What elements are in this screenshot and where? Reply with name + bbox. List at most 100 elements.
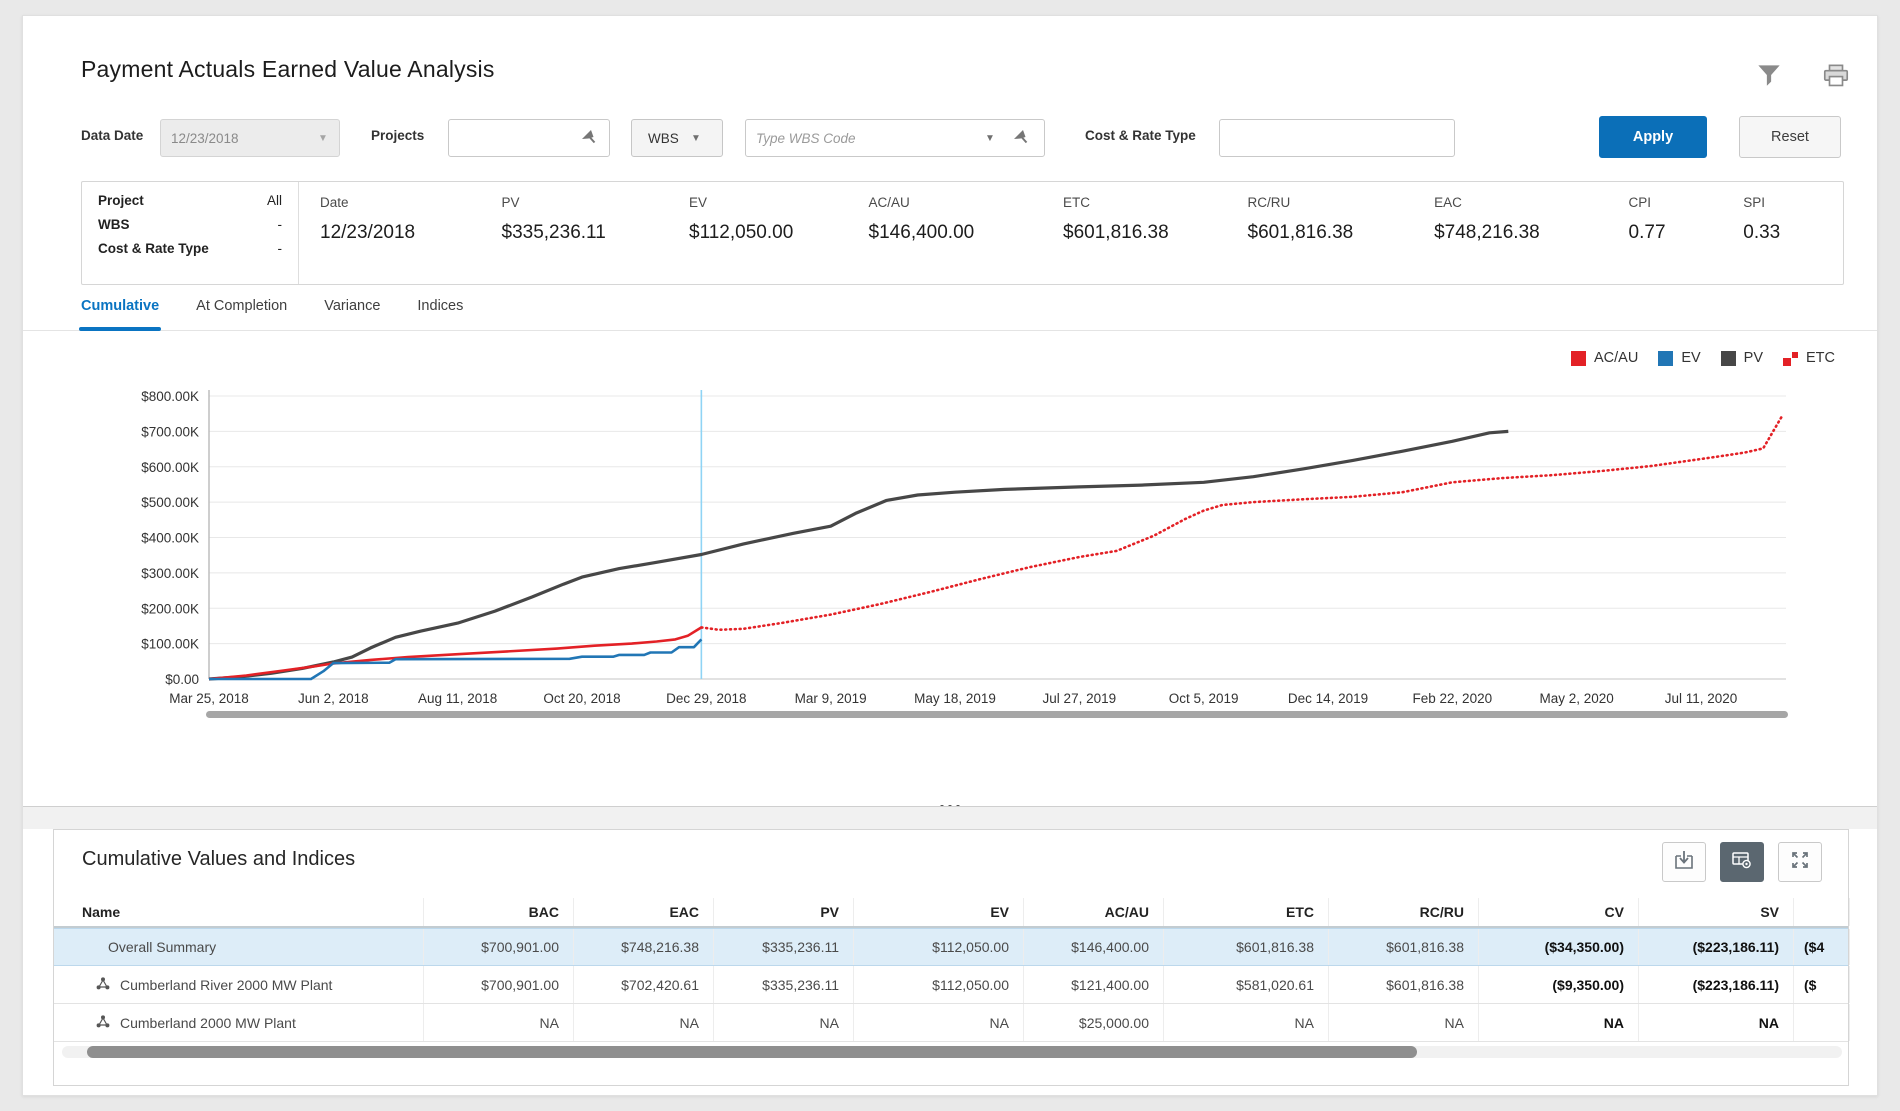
- summary-scope-label: WBS: [98, 217, 130, 232]
- summary-scope-value: -: [278, 217, 283, 232]
- series-ac-au: [209, 627, 701, 679]
- column-header-sv[interactable]: SV: [1639, 898, 1794, 926]
- row-value-cell: $581,020.61: [1164, 966, 1329, 1003]
- filter-icon[interactable]: [1756, 64, 1782, 88]
- expand-button[interactable]: [1778, 842, 1822, 882]
- cost-rate-type-input[interactable]: [1219, 119, 1455, 157]
- row-overflow-cell: ($4: [1794, 929, 1850, 965]
- row-name: Overall Summary: [108, 939, 216, 955]
- column-header-eac[interactable]: EAC: [574, 898, 714, 926]
- row-name: Cumberland River 2000 MW Plant: [120, 977, 332, 993]
- tab-cumulative[interactable]: Cumulative: [81, 298, 159, 330]
- wbs-code-picker-icon[interactable]: [1013, 129, 1030, 144]
- table-row[interactable]: Overall Summary$700,901.00$748,216.38$33…: [54, 928, 1848, 966]
- tab-at-completion[interactable]: At Completion: [196, 298, 287, 330]
- reset-button[interactable]: Reset: [1739, 116, 1841, 158]
- summary-scope-row: ProjectAll: [98, 193, 282, 208]
- legend-swatch-icon: [1571, 351, 1586, 366]
- column-header-pv[interactable]: PV: [714, 898, 854, 926]
- wbs-code-input[interactable]: [745, 119, 1045, 157]
- summary-scope-row: Cost & Rate Type-: [98, 241, 282, 256]
- row-value-cell: NA: [1479, 1004, 1639, 1041]
- summary-metric: EAC$748,216.38: [1434, 195, 1628, 284]
- summary-metric-value: $601,816.38: [1248, 222, 1435, 244]
- x-tick-label: Jun 2, 2018: [298, 691, 369, 706]
- panel-splitter[interactable]: [23, 791, 1877, 807]
- y-tick-label: $200.00K: [141, 601, 199, 616]
- row-value-cell: $121,400.00: [1024, 966, 1164, 1003]
- table-body: Overall Summary$700,901.00$748,216.38$33…: [54, 928, 1848, 1042]
- summary-metric-label: SPI: [1743, 195, 1843, 210]
- cost-rate-type-label: Cost & Rate Type: [1085, 128, 1196, 143]
- row-value-cell: $748,216.38: [574, 929, 714, 965]
- table-settings-button[interactable]: [1720, 842, 1764, 882]
- summary-metric: CPI0.77: [1629, 195, 1744, 284]
- tab-bar: Cumulative At Completion Variance Indices: [23, 298, 1877, 331]
- table-settings-icon: [1731, 850, 1753, 875]
- table-hscroll-track[interactable]: [62, 1046, 1842, 1058]
- column-header-cv[interactable]: CV: [1479, 898, 1639, 926]
- table-row[interactable]: Cumberland 2000 MW PlantNANANANA$25,000.…: [54, 1004, 1848, 1042]
- chart-time-scrollbar[interactable]: [206, 711, 1788, 718]
- summary-scope-value: -: [278, 241, 283, 256]
- row-value-cell: NA: [1164, 1004, 1329, 1041]
- data-date-select[interactable]: [160, 119, 340, 157]
- print-icon[interactable]: [1823, 64, 1849, 88]
- legend-item-etc[interactable]: ETC: [1783, 350, 1835, 366]
- summary-metrics: Date12/23/2018PV$335,236.11EV$112,050.00…: [299, 182, 1843, 284]
- summary-metric-label: EV: [689, 195, 869, 210]
- legend-item-pv[interactable]: PV: [1721, 350, 1763, 366]
- column-header-overflow[interactable]: [1794, 898, 1850, 926]
- legend-label: PV: [1744, 350, 1763, 366]
- row-value-cell: ($223,186.11): [1639, 929, 1794, 965]
- row-value-cell: NA: [714, 1004, 854, 1041]
- projects-label: Projects: [371, 128, 424, 143]
- chart-canvas: $0.00$100.00K$200.00K$300.00K$400.00K$50…: [23, 376, 1879, 716]
- column-header-ev[interactable]: EV: [854, 898, 1024, 926]
- y-tick-label: $0.00: [165, 672, 199, 687]
- summary-scope: ProjectAllWBS-Cost & Rate Type-: [82, 182, 299, 284]
- legend-label: ETC: [1806, 350, 1835, 366]
- row-value-cell: $601,816.38: [1164, 929, 1329, 965]
- x-tick-label: Mar 25, 2018: [169, 691, 249, 706]
- table-toolbar: [1662, 842, 1822, 882]
- summary-metric-value: $335,236.11: [502, 222, 690, 244]
- x-tick-label: Dec 14, 2019: [1288, 691, 1368, 706]
- project-icon: [96, 1015, 110, 1031]
- row-name-cell: Overall Summary: [54, 929, 424, 965]
- tab-indices[interactable]: Indices: [417, 298, 463, 330]
- table-row[interactable]: Cumberland River 2000 MW Plant$700,901.0…: [54, 966, 1848, 1004]
- summary-panel: ProjectAllWBS-Cost & Rate Type- Date12/2…: [81, 181, 1844, 285]
- column-header-ac-au[interactable]: AC/AU: [1024, 898, 1164, 926]
- row-name-cell: Cumberland River 2000 MW Plant: [54, 966, 424, 1003]
- projects-picker-icon[interactable]: [581, 129, 598, 144]
- row-value-cell: ($9,350.00): [1479, 966, 1639, 1003]
- apply-button[interactable]: Apply: [1599, 116, 1707, 158]
- y-tick-label: $500.00K: [141, 495, 199, 510]
- export-button[interactable]: [1662, 842, 1706, 882]
- row-value-cell: ($34,350.00): [1479, 929, 1639, 965]
- table-hscroll-thumb[interactable]: [87, 1046, 1417, 1058]
- row-value-cell: $601,816.38: [1329, 929, 1479, 965]
- project-icon: [96, 977, 110, 993]
- row-value-cell: NA: [574, 1004, 714, 1041]
- legend-label: EV: [1681, 350, 1700, 366]
- column-header-rc-ru[interactable]: RC/RU: [1329, 898, 1479, 926]
- column-header-bac[interactable]: BAC: [424, 898, 574, 926]
- series-pv: [209, 431, 1508, 679]
- y-tick-label: $800.00K: [141, 389, 199, 404]
- x-tick-label: Jul 27, 2019: [1043, 691, 1117, 706]
- wbs-dropdown[interactable]: WBS: [631, 119, 723, 157]
- column-header-name[interactable]: Name: [54, 898, 424, 926]
- legend-item-ev[interactable]: EV: [1658, 350, 1700, 366]
- table-header-row: NameBACEACPVEVAC/AUETCRC/RUCVSV: [54, 898, 1848, 928]
- summary-metric-value: 0.77: [1629, 222, 1744, 244]
- x-tick-label: Jul 11, 2020: [1665, 691, 1738, 706]
- summary-metric-label: RC/RU: [1248, 195, 1435, 210]
- x-tick-label: May 2, 2020: [1540, 691, 1614, 706]
- legend-item-ac-au[interactable]: AC/AU: [1571, 350, 1638, 366]
- row-name-cell: Cumberland 2000 MW Plant: [54, 1004, 424, 1041]
- column-header-etc[interactable]: ETC: [1164, 898, 1329, 926]
- summary-metric: PV$335,236.11: [502, 195, 690, 284]
- tab-variance[interactable]: Variance: [324, 298, 380, 330]
